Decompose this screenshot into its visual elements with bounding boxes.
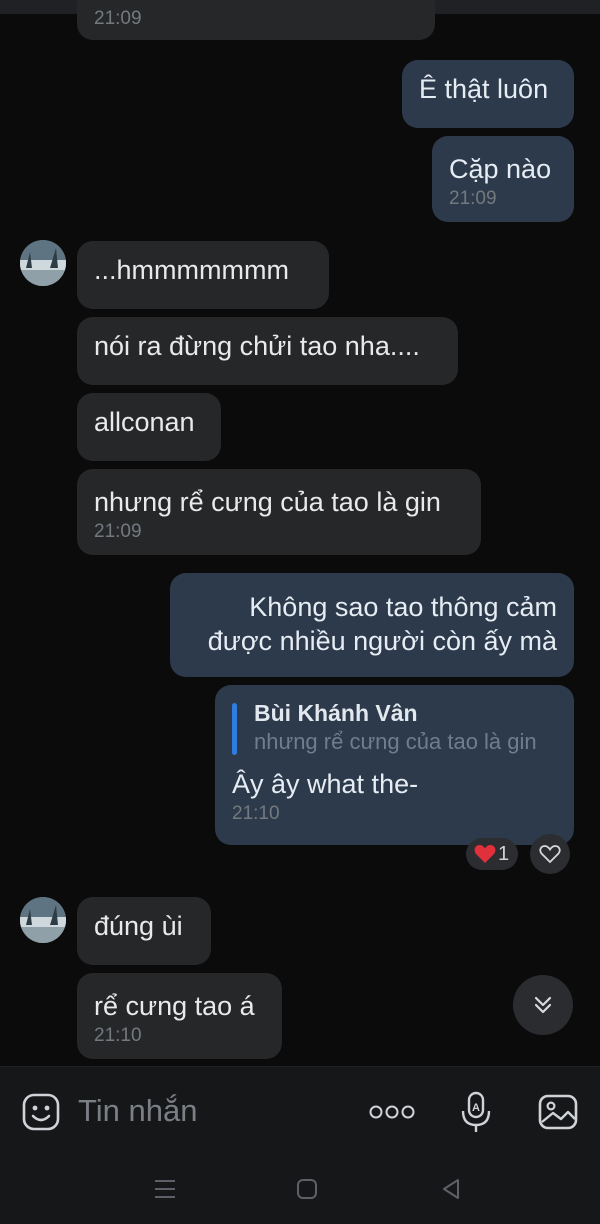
message-text: đúng ùi	[94, 911, 183, 941]
message-time: 21:09	[94, 8, 142, 29]
more-options-button[interactable]	[366, 1097, 418, 1127]
message-bubble-outgoing[interactable]: Cặp nào 21:09	[432, 136, 574, 222]
contact-avatar[interactable]	[20, 240, 66, 286]
back-icon	[443, 1179, 459, 1199]
home-icon	[297, 1179, 317, 1199]
reply-sender-name: Bùi Khánh Vân	[254, 700, 418, 726]
avatar-photo	[20, 240, 66, 286]
avatar-photo	[20, 897, 66, 943]
system-navigation-bar	[0, 1156, 600, 1224]
message-text: rể cưng tao á	[94, 991, 255, 1021]
message-time: 21:10	[232, 803, 280, 824]
message-time: 21:09	[449, 188, 497, 209]
message-text: ...hmmmmmmm	[94, 255, 289, 285]
back-button[interactable]	[434, 1174, 468, 1204]
add-reaction-button[interactable]	[530, 834, 570, 874]
home-button[interactable]	[290, 1174, 324, 1204]
message-text: allconan	[94, 407, 195, 437]
message-time: 21:09	[94, 521, 142, 542]
message-time: 21:10	[94, 1025, 142, 1046]
reply-quoted-text: nhưng rể cưng của tao là gin	[254, 729, 537, 754]
message-bubble-outgoing[interactable]: Không sao tao thông cảm được nhiều người…	[170, 573, 574, 677]
sticker-icon	[22, 1093, 60, 1131]
svg-text:A: A	[472, 1102, 480, 1114]
message-text-line1: Không sao tao thông cảm	[249, 592, 557, 622]
message-bubble-partial[interactable]: 21:09	[77, 0, 435, 40]
voice-to-text-icon: A	[461, 1091, 491, 1132]
contact-avatar[interactable]	[20, 897, 66, 943]
message-bubble-outgoing[interactable]: Ê thật luôn	[402, 60, 574, 128]
message-bubble-incoming[interactable]: nói ra đừng chửi tao nha....	[77, 317, 458, 385]
message-text: nhưng rể cưng của tao là gin	[94, 487, 441, 517]
message-text: Ây ây what the-	[232, 769, 419, 799]
image-button[interactable]	[536, 1091, 580, 1133]
recent-apps-button[interactable]	[148, 1174, 182, 1204]
voice-to-text-button[interactable]: A	[456, 1087, 496, 1137]
heart-outline-icon	[539, 845, 561, 864]
double-chevron-down-icon	[534, 996, 552, 1014]
reaction-count: 1	[498, 842, 510, 865]
message-bubble-incoming[interactable]: allconan	[77, 393, 221, 461]
message-text: nói ra đừng chửi tao nha....	[94, 331, 420, 361]
message-bubble-incoming[interactable]: đúng ùi	[77, 897, 211, 965]
scroll-to-bottom-button[interactable]	[513, 975, 573, 1035]
message-bubble-incoming[interactable]: rể cưng tao á 21:10	[77, 973, 282, 1059]
more-dots-icon	[369, 1105, 415, 1119]
message-bubble-incoming[interactable]: ...hmmmmmmm	[77, 241, 329, 309]
reply-accent-bar	[232, 703, 237, 755]
message-text: Cặp nào	[449, 154, 552, 184]
message-text: Ê thật luôn	[419, 74, 549, 104]
message-text-line2: được nhiều người còn ấy mà	[207, 626, 557, 656]
reply-quote[interactable]: Bùi Khánh Vân nhưng rể cưng của tao là g…	[232, 699, 557, 757]
message-bubble-outgoing-reply[interactable]: Bùi Khánh Vân nhưng rể cưng của tao là g…	[215, 685, 574, 845]
message-composer: Tin nhắn A	[0, 1066, 600, 1157]
sticker-button[interactable]	[20, 1091, 62, 1133]
message-bubble-incoming[interactable]: nhưng rể cưng của tao là gin 21:09	[77, 469, 481, 555]
menu-icon	[155, 1180, 175, 1198]
reaction-badge[interactable]: 1	[466, 838, 518, 870]
message-input[interactable]: Tin nhắn	[78, 1089, 198, 1133]
heart-icon	[474, 845, 496, 863]
image-icon	[538, 1094, 578, 1130]
